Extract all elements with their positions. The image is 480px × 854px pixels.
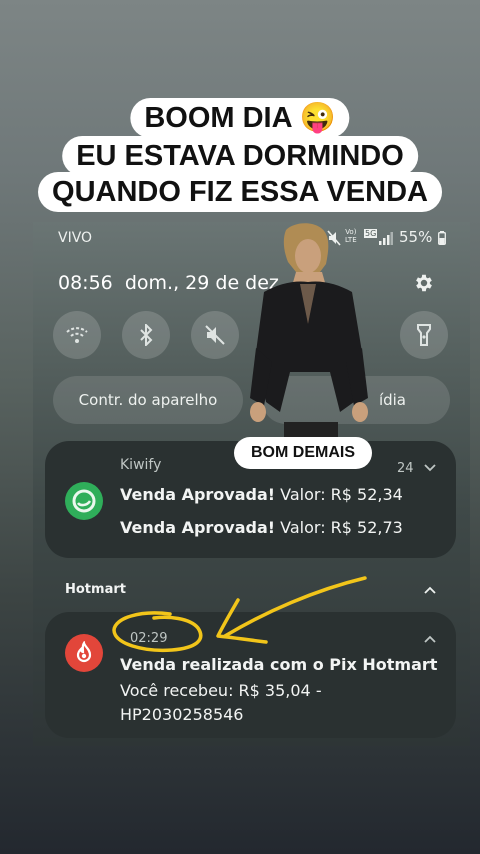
hotmart-notification[interactable] [45,612,456,738]
carrier-label: VIVO [58,230,93,246]
kiwify-app-icon [65,482,103,520]
signal-icon [379,232,393,245]
bluetooth-toggle[interactable] [122,311,170,359]
wifi-icon [66,327,88,343]
kiwify-app-name: Kiwify [120,457,162,473]
flashlight-toggle[interactable] [400,311,448,359]
hotmart-collapse-chevron-icon[interactable] [423,585,437,595]
battery-icon [438,231,446,245]
wifi-toggle[interactable] [53,311,101,359]
kiwi-icon [72,489,96,513]
battery-percent: 55% [399,228,433,246]
caption-line-2: EU ESTAVA DORMINDO [62,136,418,176]
kiwify-expand-chevron-icon[interactable] [423,463,437,473]
hotmart-expand-chevron-icon[interactable] [423,634,437,644]
settings-gear-icon[interactable] [413,272,435,294]
kiwify-count: 24 [397,461,414,476]
caption-line-3: QUANDO FIZ ESSA VENDA [38,172,442,212]
flashlight-icon [417,324,431,346]
hotmart-app-icon [65,634,103,672]
hotmart-time: 02:29 [130,631,168,646]
caption-line-1: BOOM DIA 😜 [130,98,350,138]
bluetooth-icon [140,324,153,346]
sound-toggle[interactable] [191,311,239,359]
device-control-button[interactable]: Contr. do aparelho [53,376,243,424]
kiwify-row-1: Venda Aprovada! Valor: R$ 52,34 [120,485,403,504]
kiwify-row-2: Venda Aprovada! Valor: R$ 52,73 [120,518,403,537]
hotmart-body-line-2: HP2030258546 [120,705,244,724]
hotmart-body-line-1: Você recebeu: R$ 35,04 - [120,681,322,700]
mute-icon [205,325,225,345]
hotmart-title: Venda realizada com o Pix Hotmart [120,655,438,674]
sticker-label: BOM DEMAIS [234,437,372,469]
flame-icon [76,641,92,663]
hotmart-section-header: Hotmart [65,582,126,597]
sticker-person-image [250,223,368,440]
